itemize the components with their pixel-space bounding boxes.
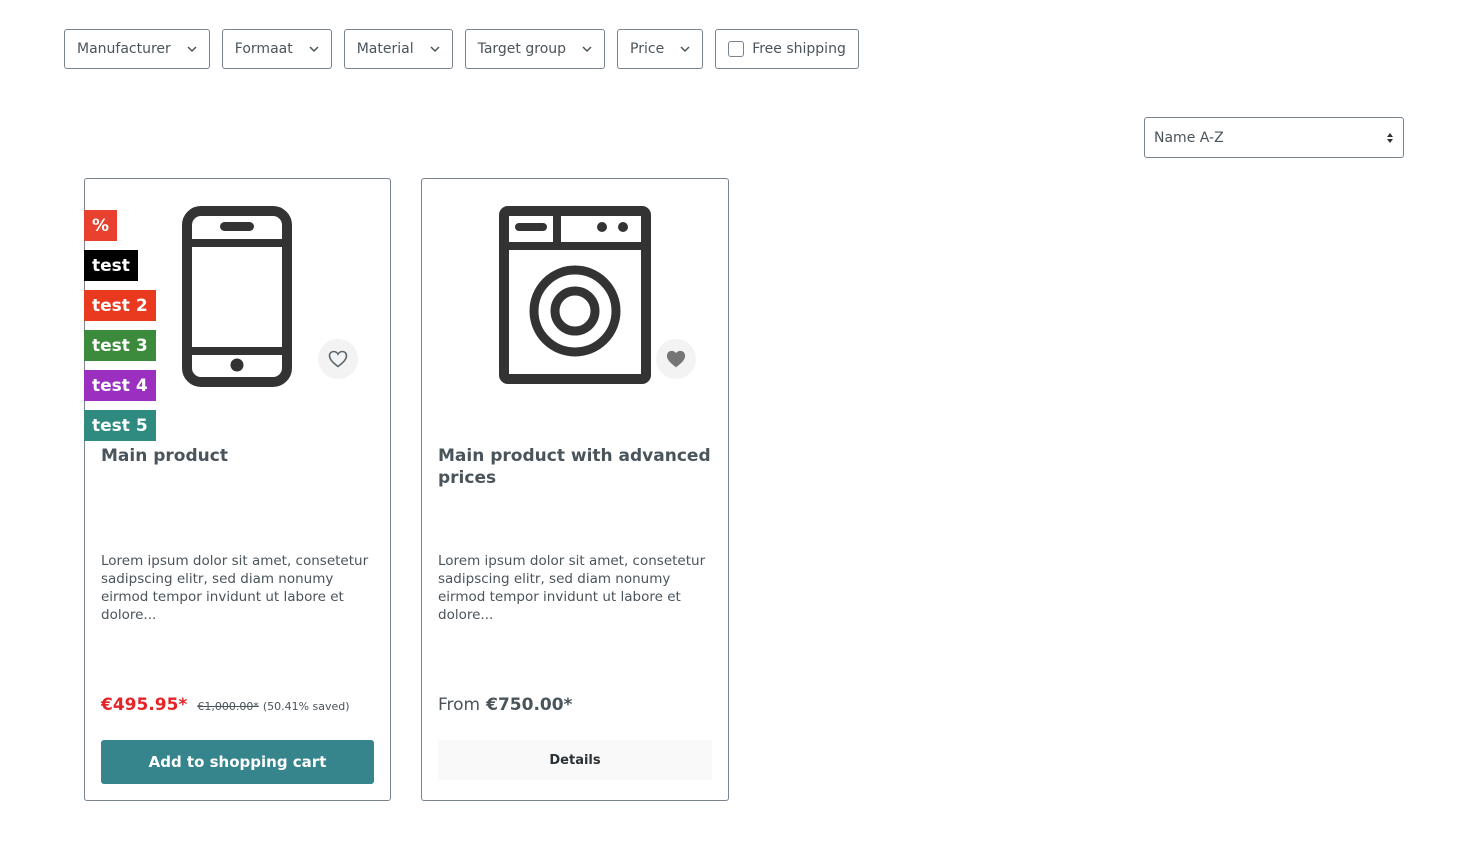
wishlist-button[interactable]: [656, 339, 696, 379]
filter-label: Manufacturer: [77, 41, 171, 57]
wishlist-button[interactable]: [318, 339, 358, 379]
sorting-value: Name A-Z: [1154, 129, 1224, 146]
filter-price[interactable]: Price: [617, 29, 704, 69]
filter-label: Material: [356, 41, 414, 57]
filter-manufacturer[interactable]: Manufacturer: [64, 29, 210, 69]
filter-panel: Manufacturer Formaat Material Target gro…: [64, 29, 859, 69]
washing-machine-icon: [499, 206, 651, 384]
product-image[interactable]: [182, 206, 292, 391]
chevron-down-icon: [430, 44, 440, 54]
sorting-select[interactable]: Name A-Z: [1144, 117, 1404, 158]
saved-percentage: (50.41% saved): [262, 700, 350, 713]
product-card: Main product with advanced prices Lorem …: [421, 178, 729, 801]
smartphone-icon: [182, 206, 292, 387]
heart-filled-icon: [666, 350, 686, 368]
list-price: €1,000.00*: [197, 700, 259, 713]
details-button[interactable]: Details: [438, 740, 712, 780]
filter-free-shipping[interactable]: Free shipping: [715, 29, 859, 69]
product-image[interactable]: [499, 206, 651, 388]
filter-formaat[interactable]: Formaat: [221, 29, 332, 69]
chevron-down-icon: [309, 44, 319, 54]
add-to-cart-button[interactable]: Add to shopping cart: [101, 740, 374, 784]
filter-material[interactable]: Material: [343, 29, 453, 69]
heart-outline-icon: [328, 350, 348, 368]
badge-test-5: test 5: [84, 410, 156, 441]
sale-price: €495.95*: [101, 695, 188, 715]
product-description: Lorem ipsum dolor sit amet, consetetur s…: [438, 553, 706, 623]
chevron-down-icon: [680, 44, 690, 54]
filter-label: Free shipping: [752, 41, 846, 57]
price-prefix: From: [438, 695, 481, 715]
product-price: €495.95* €1,000.00* (50.41% saved): [101, 695, 350, 715]
product-description: Lorem ipsum dolor sit amet, consetetur s…: [101, 553, 369, 623]
product-price: From €750.00*: [438, 695, 572, 715]
badge-test-3: test 3: [84, 330, 156, 361]
badge-list: % test test 2 test 3 test 4 test 5: [84, 210, 156, 441]
price-value: €750.00*: [486, 695, 573, 715]
free-shipping-checkbox[interactable]: [728, 41, 745, 57]
badge-test-4: test 4: [84, 370, 156, 401]
badge-test-2: test 2: [84, 290, 156, 321]
chevron-down-icon: [582, 44, 592, 54]
chevron-down-icon: [187, 44, 197, 54]
product-title[interactable]: Main product: [101, 445, 376, 467]
filter-label: Formaat: [234, 41, 293, 57]
badge-percent: %: [84, 210, 118, 241]
filter-label: Target group: [477, 41, 567, 57]
product-title[interactable]: Main product with advanced prices: [438, 445, 713, 489]
filter-target-group[interactable]: Target group: [464, 29, 606, 69]
sort-arrows-icon: [1386, 132, 1394, 144]
badge-test: test: [84, 250, 138, 281]
filter-label: Price: [630, 41, 665, 57]
product-card: % test test 2 test 3 test 4 test 5 Main …: [84, 178, 391, 801]
